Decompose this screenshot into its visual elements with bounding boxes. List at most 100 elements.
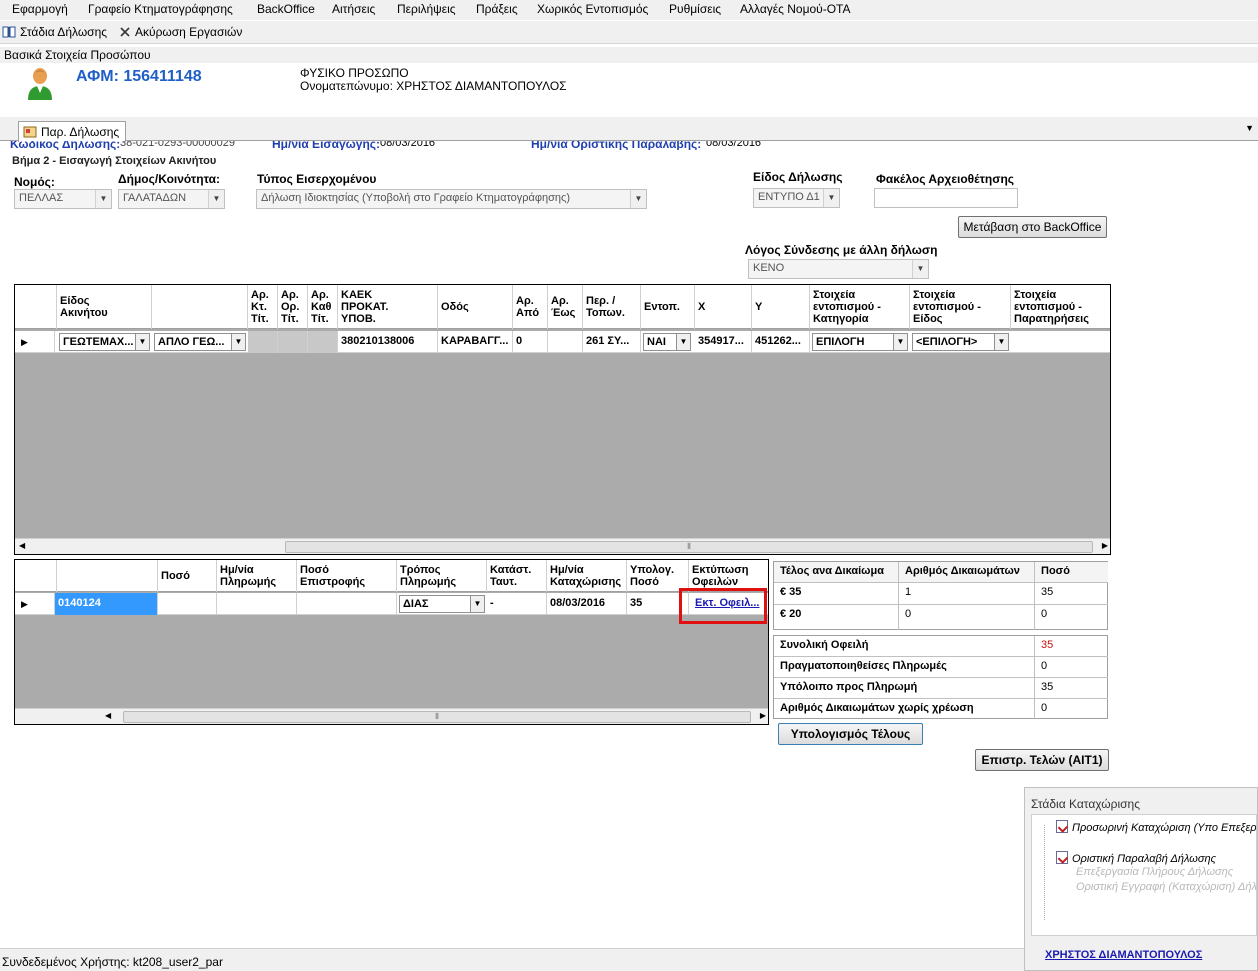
kath-cell[interactable] [308, 331, 338, 353]
col-katast[interactable]: Κατάστ. Ταυτ. [487, 560, 547, 592]
backoffice-button[interactable]: Μετάβαση στο BackOffice [958, 216, 1107, 238]
col-eidos[interactable]: Είδος Ακινήτου [57, 285, 152, 329]
summary-remaining-value: 35 [1035, 678, 1108, 699]
col-tropos[interactable]: Τρόπος Πληρωμής [397, 560, 487, 592]
col-eidos2[interactable] [152, 285, 248, 329]
katast-cell[interactable]: - [487, 593, 547, 615]
col-x[interactable]: X [695, 285, 752, 329]
odos-cell[interactable]: ΚΑΡΑΒΑΓΓ... [438, 331, 513, 353]
tab-dropdown-icon[interactable]: ▼ [1245, 123, 1254, 133]
kaek-cell[interactable]: 380210138006 [338, 331, 438, 353]
menu-item-allages[interactable]: Αλλαγές Νομού-ΟΤΑ [740, 2, 851, 16]
eos-cell[interactable] [548, 331, 583, 353]
scroll-left-icon[interactable]: ◀ [19, 541, 25, 550]
scroll-thumb[interactable]: ⦀ [285, 541, 1093, 553]
row-selector[interactable]: ▶ [15, 593, 55, 615]
entop-cell-select[interactable]: ΝΑΙ ▼ [643, 333, 691, 351]
chevron-down-icon: ▼ [470, 596, 484, 612]
menu-bar: Εφαρμογή Γραφείο Κτηματογράφησης BackOff… [0, 0, 1258, 20]
scroll-right-icon[interactable]: ▶ [760, 711, 766, 720]
col-kaek[interactable]: ΚΑΕΚ ΠΡΟΚΑΤ. ΥΠΟΒ. [338, 285, 438, 329]
col-entop[interactable]: Εντοπ. [641, 285, 695, 329]
menu-item-xorikos[interactable]: Χωρικός Εντοπισμός [537, 2, 648, 16]
epistrofi-cell[interactable] [297, 593, 397, 615]
col-kt[interactable]: Αρ. Κτ. Τίτ. [248, 285, 278, 329]
summary-payments-value: 0 [1035, 657, 1108, 678]
katigoria-cell: ΕΠΙΛΟΓΗ [816, 336, 865, 348]
or-cell[interactable] [278, 331, 308, 353]
payment-grid[interactable]: Ποσό Ημ/νία Πληρωμής Ποσό Επιστροφής Τρόπο… [14, 559, 769, 725]
col-eos[interactable]: Αρ. Έως [548, 285, 583, 329]
property-grid-header: Είδος Ακινήτου Αρ. Κτ. Τίτ. Αρ. Ορ. Τίτ. Αρ. Κ… [15, 285, 1110, 329]
col-odos[interactable]: Οδός [438, 285, 513, 329]
perioxi-cell[interactable]: 261 ΣΥ... [583, 331, 641, 353]
eidos-select[interactable]: ΕΝΤΥΠΟ Δ1 ▼ [753, 188, 840, 208]
apo-cell[interactable]: 0 [513, 331, 548, 353]
x-cell[interactable]: 354917... [695, 331, 752, 353]
col-date[interactable]: Ημ/νία Πληρωμής [217, 560, 297, 592]
menu-item-rythmiseis[interactable]: Ρυθμίσεις [669, 2, 721, 16]
col-paratiriseis[interactable]: Στοιχεία εντοπισμού - Παρατηρήσεις [1011, 285, 1110, 329]
calculate-fee-button[interactable]: Υπολογισμός Τέλους [778, 723, 923, 745]
menu-item-praxeis[interactable]: Πράξεις [476, 2, 518, 16]
menu-item-efarmogi[interactable]: Εφαρμογή [12, 2, 68, 16]
scroll-thumb[interactable]: ⦀ [123, 711, 751, 723]
chevron-down-icon: ▼ [208, 190, 224, 208]
col-eidos-ent[interactable]: Στοιχεία εντοπισμού - Είδος [910, 285, 1011, 329]
menu-item-perilipseis[interactable]: Περιλήψεις [397, 2, 456, 16]
poso-cell[interactable] [158, 593, 217, 615]
rowheader-corner [15, 285, 57, 329]
paratiriseis-cell[interactable] [1011, 331, 1110, 353]
typos-select[interactable]: Δήλωση Ιδιοκτησίας (Υποβολή στο Γραφείο … [256, 189, 647, 209]
col-code[interactable] [57, 560, 158, 592]
stages-button[interactable]: Στάδια Δήλωσης [2, 25, 107, 39]
eidos-ent-cell-select[interactable]: <ΕΠΙΛΟΓΗ> ▼ [912, 333, 1009, 351]
chevron-down-icon: ▼ [676, 334, 690, 350]
katigoria-cell-select[interactable]: ΕΠΙΛΟΓΗ ▼ [812, 333, 908, 351]
refund-fees-button[interactable]: Επιστρ. Τελών (ΑΙΤ1) [975, 749, 1109, 771]
user-link[interactable]: ΧΡΗΣΤΟΣ ΔΙΑΜΑΝΤΟΠΟΥΛΟΣ [1045, 949, 1202, 961]
property-grid-scrollbar[interactable]: ◀ ⦀ ▶ [15, 538, 1110, 554]
entry-date-value: 08/03/2016 [380, 141, 436, 149]
payment-grid-scrollbar[interactable]: ◀ ⦀ ▶ [15, 708, 768, 724]
scroll-right-icon[interactable]: ▶ [1102, 541, 1108, 550]
menu-item-grafeio[interactable]: Γραφείο Κτηματογράφησης [88, 2, 233, 16]
table-row[interactable]: ▶ 0140124 ΔΙΑΣ ▼ - 08/03/2016 35 Εκτ. Οφε… [15, 593, 768, 615]
table-row[interactable]: ▶ ΓΕΩΤΕΜΑΧ... ▼ ΑΠΛΟ ΓΕΩ... ▼ 380210138006… [15, 331, 1110, 353]
col-poso[interactable]: Ποσό [158, 560, 217, 592]
col-perioxi[interactable]: Περ. / Τοπων. [583, 285, 641, 329]
col-kataxorisi[interactable]: Ημ/νία Καταχώρισης [547, 560, 627, 592]
y-cell[interactable]: 451262... [752, 331, 810, 353]
tropos-cell-select[interactable]: ΔΙΑΣ ▼ [399, 595, 485, 613]
logos-select[interactable]: ΚΕΝΟ ▼ [748, 259, 929, 279]
col-or[interactable]: Αρ. Ορ. Τίτ. [278, 285, 308, 329]
stage-item-final-receipt[interactable]: Οριστική Παραλαβή Δήλωσης [1056, 851, 1216, 865]
eidos2-cell-select[interactable]: ΑΠΛΟ ΓΕΩ... ▼ [154, 333, 246, 351]
kataxorisi-cell[interactable]: 08/03/2016 [547, 593, 627, 615]
col-y[interactable]: Y [752, 285, 810, 329]
summary-table: Συνολική Οφειλή 35 Πραγματοποιηθείσες Πλ… [773, 635, 1108, 719]
scroll-left-icon[interactable]: ◀ [105, 711, 111, 720]
col-apo[interactable]: Αρ. Από [513, 285, 548, 329]
cancel-tasks-button[interactable]: Ακύρωση Εργασιών [119, 25, 242, 39]
col-kath[interactable]: Αρ. Καθ Τίτ. [308, 285, 338, 329]
col-katigoria[interactable]: Στοιχεία εντοπισμού - Κατηγορία [810, 285, 910, 329]
col-epistrofi[interactable]: Ποσό Επιστροφής [297, 560, 397, 592]
menu-item-backoffice[interactable]: BackOffice [257, 2, 315, 16]
person-type: ΦΥΣΙΚΟ ΠΡΟΣΩΠΟ [300, 66, 409, 80]
date-cell[interactable] [217, 593, 297, 615]
eidos-cell-select[interactable]: ΓΕΩΤΕΜΑΧ... ▼ [59, 333, 150, 351]
fakelos-input[interactable] [874, 188, 1018, 208]
nomos-select[interactable]: ΠΕΛΛΑΣ ▼ [14, 189, 112, 209]
payment-grid-header: Ποσό Ημ/νία Πληρωμής Ποσό Επιστροφής Τρόπο… [15, 560, 768, 592]
tab-par-dilosis[interactable]: Παρ. Δήλωσης [18, 121, 127, 142]
menu-item-aitiseis[interactable]: Αιτήσεις [332, 2, 375, 16]
summary-total-label: Συνολική Οφειλή [774, 636, 1035, 657]
summary-payments-label: Πραγματοποιηθείσες Πληρωμές [774, 657, 1035, 678]
code-cell[interactable]: 0140124 [55, 593, 158, 615]
kt-cell[interactable] [248, 331, 278, 353]
row-selector[interactable]: ▶ [15, 331, 55, 353]
dimos-select[interactable]: ΓΑΛΑΤΑΔΩΝ ▼ [118, 189, 225, 209]
property-grid[interactable]: Είδος Ακινήτου Αρ. Κτ. Τίτ. Αρ. Ορ. Τίτ. Αρ. Κ… [14, 284, 1111, 555]
stage-item-temporary[interactable]: Προσωρινή Καταχώριση (Υπο Επεξεργ [1056, 820, 1256, 834]
